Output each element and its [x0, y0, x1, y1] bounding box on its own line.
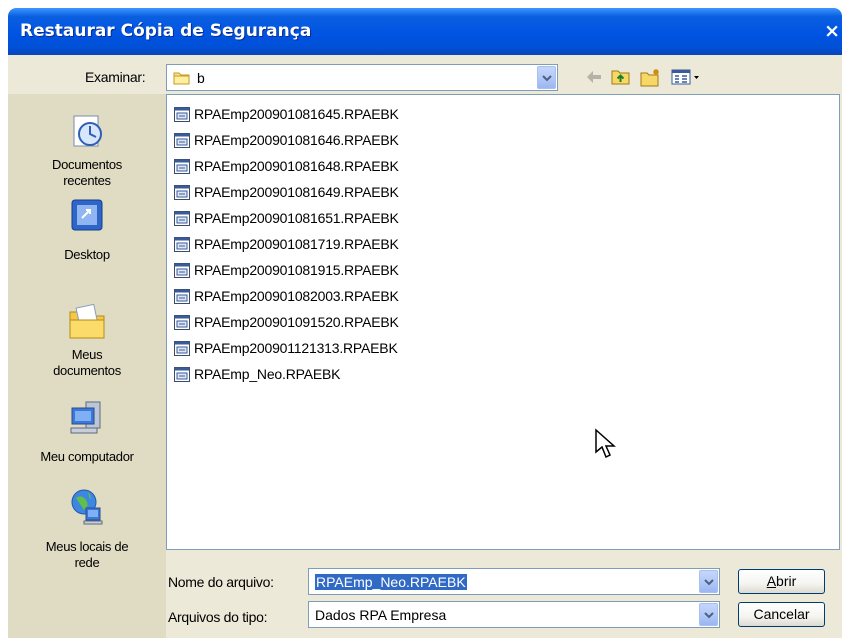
places-network[interactable]: Meus locais de rede — [8, 486, 166, 571]
places-network-line1: Meus locais de — [45, 539, 129, 554]
window-title: Restaurar Cópia de Segurança — [20, 21, 312, 41]
places-recent-line2: recentes — [63, 173, 111, 188]
backup-file-icon — [174, 236, 190, 252]
backup-file-icon — [174, 184, 190, 200]
places-recent-line1: Documentos — [52, 157, 122, 172]
filename-value: RPAEmp_Neo.RPAEBK — [315, 573, 467, 590]
new-folder-icon[interactable] — [640, 68, 662, 88]
file-row[interactable]: RPAEmp200901121313.RPAEBK — [174, 337, 398, 359]
backup-file-icon — [174, 340, 190, 356]
my-documents-icon — [69, 303, 105, 339]
backup-file-icon — [174, 210, 190, 226]
chevron-down-icon — [704, 611, 714, 618]
backup-file-icon — [174, 158, 190, 174]
mouse-pointer-icon — [595, 428, 616, 459]
filetype-value: Dados RPA Empresa — [315, 606, 447, 623]
title-bar[interactable]: Restaurar Cópia de Segurança × — [8, 8, 842, 55]
file-name: RPAEmp_Neo.RPAEBK — [194, 366, 341, 382]
close-icon[interactable]: × — [824, 20, 840, 42]
file-name: RPAEmp200901081915.RPAEBK — [194, 262, 399, 278]
open-label: brir — [776, 573, 797, 589]
filename-label: Nome do arquivo: — [168, 574, 274, 590]
back-arrow-icon[interactable] — [585, 68, 603, 86]
filetype-label: Arquivos do tipo: — [168, 609, 268, 625]
lookin-value-wrap: b — [173, 70, 205, 86]
lookin-dropdown-button[interactable] — [537, 66, 556, 89]
recent-documents-icon — [73, 115, 102, 147]
backup-file-icon — [174, 366, 190, 382]
places-my-documents-line1: Meus — [71, 347, 103, 362]
view-menu-icon[interactable] — [671, 68, 701, 86]
file-row[interactable]: RPAEmp200901081646.RPAEBK — [174, 129, 399, 151]
open-mnemonic: A — [766, 573, 777, 589]
filename-combo[interactable]: RPAEmp_Neo.RPAEBK — [308, 568, 720, 595]
file-name: RPAEmp200901081645.RPAEBK — [194, 106, 399, 122]
file-row[interactable]: RPAEmp200901081648.RPAEBK — [174, 155, 399, 177]
backup-file-icon — [174, 132, 190, 148]
filename-dropdown-button[interactable] — [699, 570, 718, 593]
desktop-icon — [71, 199, 103, 231]
file-row[interactable]: RPAEmp200901081915.RPAEBK — [174, 259, 399, 281]
places-bar: Documentos recentes Desktop Meus documen… — [8, 94, 166, 638]
file-row[interactable]: RPAEmp200901081649.RPAEBK — [174, 181, 399, 203]
file-name: RPAEmp200901082003.RPAEBK — [194, 288, 399, 304]
file-row[interactable]: RPAEmp200901091520.RPAEBK — [174, 311, 399, 333]
file-list[interactable]: RPAEmp200901081645.RPAEBK RPAEmp200901081… — [166, 94, 840, 550]
chevron-down-icon — [542, 74, 552, 81]
filename-input[interactable]: RPAEmp_Neo.RPAEBK — [315, 573, 467, 590]
folder-icon — [173, 72, 190, 84]
filetype-combo[interactable]: Dados RPA Empresa — [308, 601, 720, 628]
open-button[interactable]: Abrir — [738, 569, 825, 594]
backup-file-icon — [174, 262, 190, 278]
file-row[interactable]: RPAEmp200901081645.RPAEBK — [174, 103, 399, 125]
file-name: RPAEmp200901081648.RPAEBK — [194, 158, 399, 174]
up-folder-icon[interactable] — [611, 68, 631, 86]
backup-file-icon — [174, 288, 190, 304]
file-row[interactable]: RPAEmp200901081719.RPAEBK — [174, 233, 399, 255]
my-computer-icon — [70, 401, 101, 434]
lookin-value: b — [197, 69, 205, 86]
places-my-documents-line2: documentos — [53, 363, 121, 378]
network-places-icon — [71, 489, 103, 525]
file-row[interactable]: RPAEmp_Neo.RPAEBK — [174, 363, 340, 385]
file-row[interactable]: RPAEmp200901082003.RPAEBK — [174, 285, 399, 307]
chevron-down-icon — [704, 578, 714, 585]
lookin-combo[interactable]: b — [166, 64, 558, 91]
places-my-documents[interactable]: Meus documentos — [8, 300, 166, 379]
filetype-dropdown-button[interactable] — [699, 603, 718, 626]
places-desktop[interactable]: Desktop — [8, 194, 166, 263]
lookin-label: Examinar: — [85, 69, 146, 85]
restore-backup-dialog: Restaurar Cópia de Segurança × Examinar:… — [8, 8, 842, 638]
file-name: RPAEmp200901091520.RPAEBK — [194, 314, 399, 330]
file-row[interactable]: RPAEmp200901081651.RPAEBK — [174, 207, 399, 229]
places-recent[interactable]: Documentos recentes — [8, 110, 166, 189]
places-my-computer-label: Meu computador — [40, 449, 134, 464]
file-name: RPAEmp200901081719.RPAEBK — [194, 236, 399, 252]
cancel-button[interactable]: Cancelar — [738, 602, 825, 627]
places-desktop-label: Desktop — [64, 247, 110, 262]
backup-file-icon — [174, 314, 190, 330]
places-my-computer[interactable]: Meu computador — [8, 398, 166, 465]
file-name: RPAEmp200901121313.RPAEBK — [194, 340, 398, 356]
file-name: RPAEmp200901081649.RPAEBK — [194, 184, 399, 200]
places-network-line2: rede — [74, 555, 100, 570]
file-name: RPAEmp200901081646.RPAEBK — [194, 132, 399, 148]
backup-file-icon — [174, 106, 190, 122]
file-name: RPAEmp200901081651.RPAEBK — [194, 210, 399, 226]
